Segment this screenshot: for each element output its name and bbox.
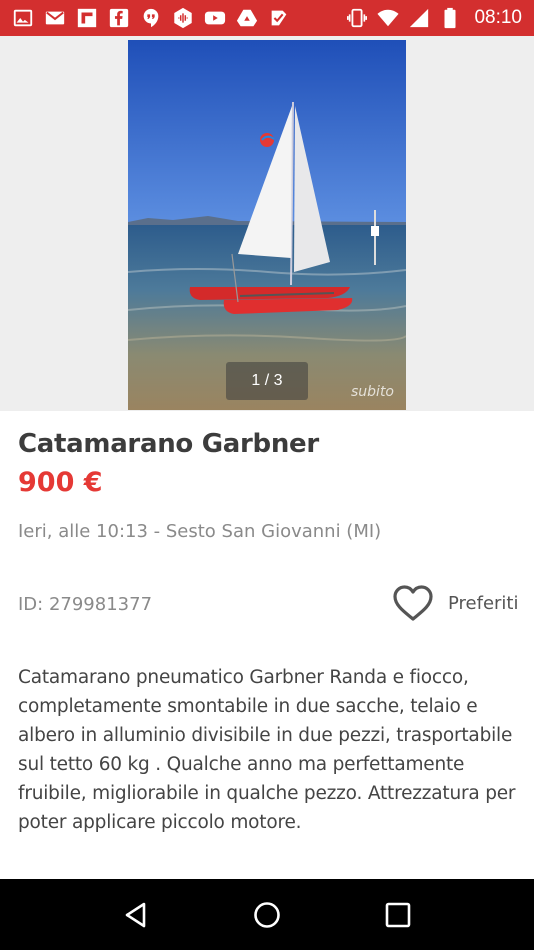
hangouts-icon bbox=[140, 7, 162, 29]
signal-icon bbox=[408, 7, 430, 29]
photo-counter: 1 / 3 bbox=[226, 362, 308, 400]
image-icon bbox=[12, 7, 34, 29]
photo-gallery[interactable]: 1 / 3 subito bbox=[0, 36, 534, 411]
podcast-icon bbox=[172, 7, 194, 29]
listing-title: Catamarano Garbner bbox=[18, 429, 319, 459]
home-icon bbox=[254, 901, 280, 928]
battery-icon bbox=[439, 7, 461, 29]
listing-photo[interactable]: 1 / 3 subito bbox=[128, 40, 406, 410]
favorite-label: Preferiti bbox=[448, 592, 519, 614]
status-bar: 08:10 bbox=[0, 0, 534, 36]
back-icon bbox=[125, 902, 145, 927]
system-icons: 08:10 bbox=[346, 7, 522, 29]
subito-watermark: subito bbox=[351, 384, 394, 400]
heart-icon bbox=[393, 585, 433, 621]
gmail-icon bbox=[44, 7, 66, 29]
recents-icon bbox=[386, 902, 411, 927]
listing-description: Catamarano pneumatico Garbner Randa e fi… bbox=[18, 667, 516, 833]
drive-icon bbox=[236, 7, 258, 29]
home-button[interactable] bbox=[247, 895, 287, 935]
listing-price: 900 € bbox=[18, 467, 103, 498]
tasks-icon bbox=[268, 7, 290, 29]
recents-button[interactable] bbox=[378, 895, 418, 935]
listing-details: Catamarano Garbner 900 € Ieri, alle 10:1… bbox=[0, 411, 534, 879]
favorite-button[interactable]: Preferiti bbox=[392, 583, 519, 623]
flipboard-icon bbox=[76, 7, 98, 29]
youtube-icon bbox=[204, 7, 226, 29]
status-time: 08:10 bbox=[474, 7, 522, 28]
wifi-icon bbox=[377, 7, 399, 29]
listing-date-location: Ieri, alle 10:13 - Sesto San Giovanni (M… bbox=[18, 521, 382, 542]
listing-id: ID: 279981377 bbox=[18, 594, 153, 615]
back-button[interactable] bbox=[116, 895, 156, 935]
facebook-icon bbox=[108, 7, 130, 29]
navigation-bar bbox=[0, 879, 534, 950]
notification-icons bbox=[12, 7, 290, 29]
vibrate-icon bbox=[346, 7, 368, 29]
